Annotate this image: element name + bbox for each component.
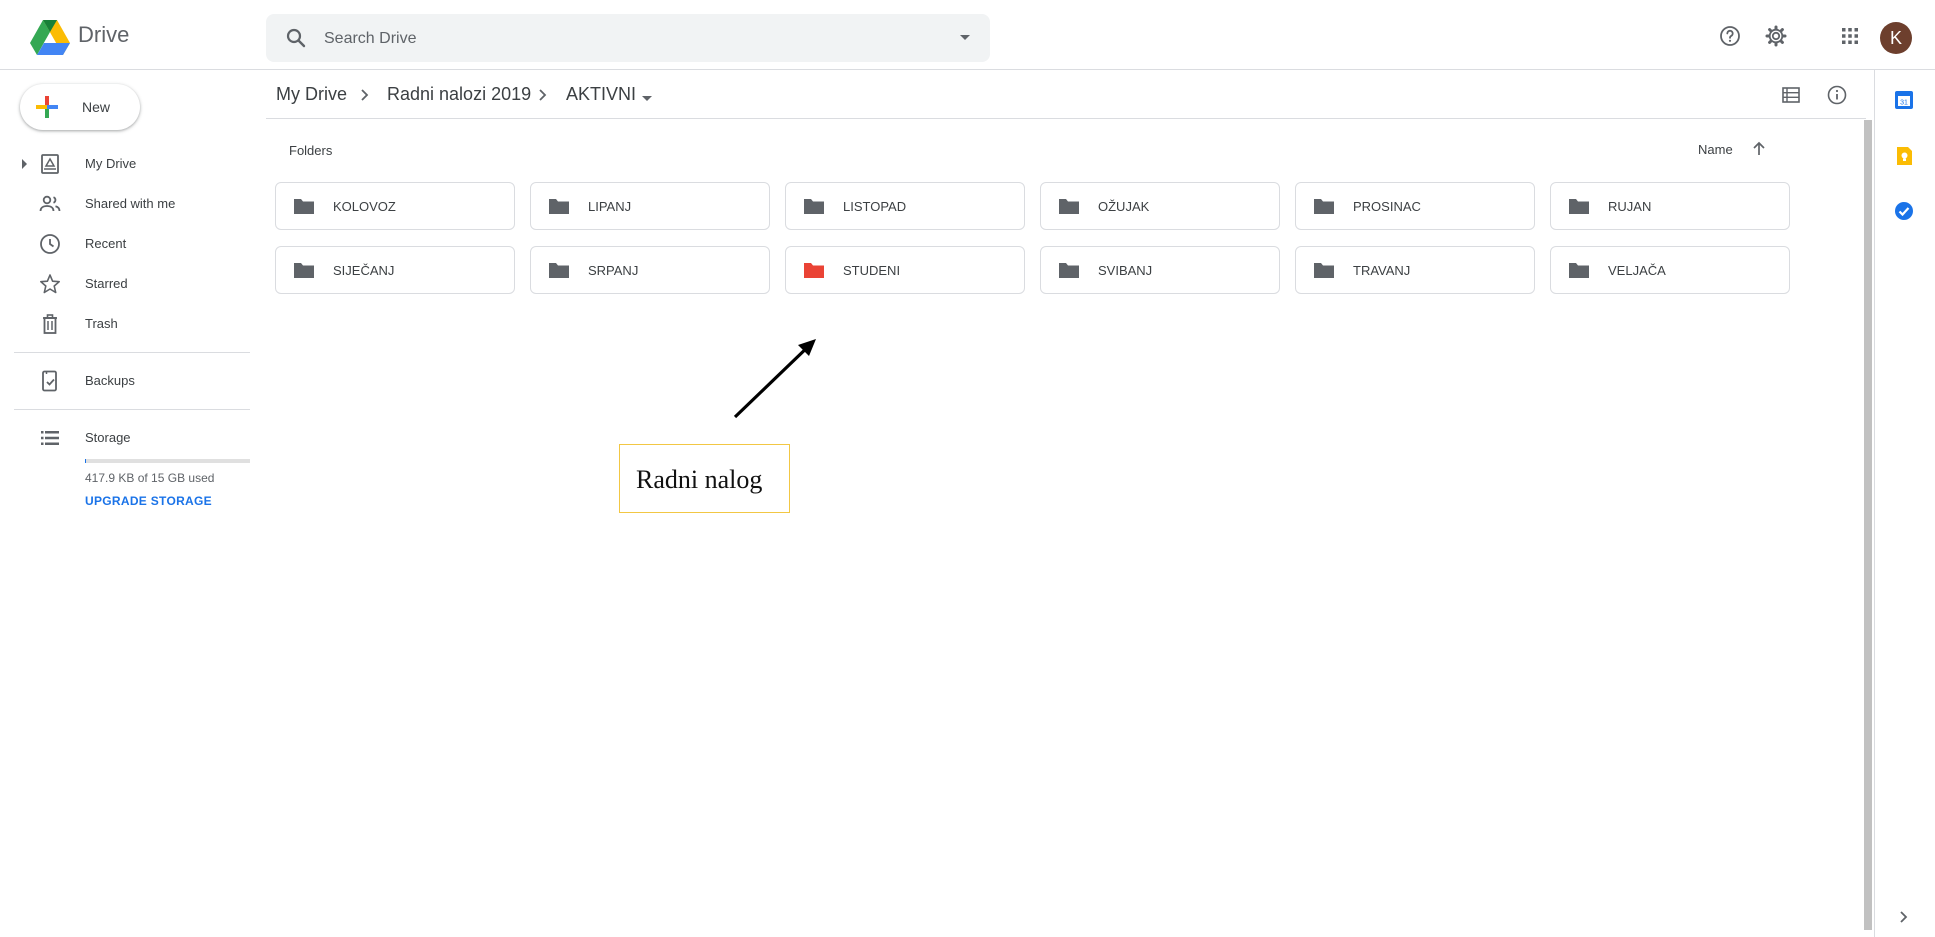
folder-name: SVIBANJ <box>1098 263 1153 278</box>
sidebar-item-trash[interactable]: Trash <box>0 304 250 344</box>
folder-name: STUDENI <box>843 263 901 278</box>
storage-progress-bar <box>85 459 250 463</box>
arrow-up-icon[interactable] <box>1750 140 1768 158</box>
help-icon[interactable] <box>1718 24 1742 48</box>
storage-icon <box>41 431 59 445</box>
folder-icon <box>804 263 824 278</box>
folder-name: TRAVANJ <box>1353 263 1411 278</box>
top-bar: Drive K <box>0 0 1935 70</box>
chevron-right-icon <box>539 89 547 101</box>
drive-logo-icon[interactable] <box>30 20 70 55</box>
expand-arrow-icon[interactable] <box>22 159 27 169</box>
sidebar-item-label: Starred <box>85 276 128 291</box>
sidebar-item-my-drive[interactable]: My Drive <box>0 144 250 184</box>
info-icon[interactable] <box>1826 84 1848 106</box>
folder-name: SIJEČANJ <box>333 263 395 278</box>
folder-name: KOLOVOZ <box>333 199 396 214</box>
list-view-icon[interactable] <box>1780 84 1802 106</box>
breadcrumb-item-radni-nalozi[interactable]: Radni nalozi 2019 <box>387 84 531 105</box>
upgrade-storage-link[interactable]: UPGRADE STORAGE <box>85 494 212 508</box>
folder-icon <box>1059 199 1079 214</box>
folder-name: PROSINAC <box>1353 199 1421 214</box>
sidebar-divider <box>14 409 250 410</box>
folder-card[interactable]: STUDENI <box>785 246 1025 294</box>
folder-card[interactable]: OŽUJAK <box>1040 182 1280 230</box>
sidebar-item-label: Recent <box>85 236 127 251</box>
folder-icon <box>1569 263 1589 278</box>
chevron-right-icon[interactable] <box>1893 906 1915 928</box>
folder-card[interactable]: KOLOVOZ <box>275 182 515 230</box>
chevron-right-icon <box>361 89 369 101</box>
folder-icon <box>549 199 569 214</box>
backup-icon <box>42 370 57 392</box>
annotation-arrow <box>733 339 816 419</box>
storage-progress-fill <box>85 459 86 463</box>
sort-by-name-button[interactable]: Name <box>1698 142 1733 157</box>
clock-icon <box>40 234 60 254</box>
folder-name: OŽUJAK <box>1098 199 1150 214</box>
folder-name: LIPANJ <box>588 199 632 214</box>
folder-icon <box>1314 263 1334 278</box>
brand-name[interactable]: Drive <box>78 22 129 48</box>
account-avatar[interactable]: K <box>1880 22 1912 54</box>
gear-icon[interactable] <box>1764 24 1788 48</box>
folder-icon <box>1314 199 1334 214</box>
apps-grid-icon[interactable] <box>1838 24 1862 48</box>
sidebar-item-shared-with-me[interactable]: Shared with me <box>0 184 250 224</box>
folder-icon <box>294 263 314 278</box>
storage-used-text: 417.9 KB of 15 GB used <box>85 471 215 485</box>
people-icon <box>39 195 61 212</box>
my-drive-icon <box>41 154 59 174</box>
folder-icon <box>549 263 569 278</box>
folder-card[interactable]: VELJAČA <box>1550 246 1790 294</box>
folder-card[interactable]: SIJEČANJ <box>275 246 515 294</box>
folder-icon <box>1569 199 1589 214</box>
sidebar-item-label: Storage <box>85 430 131 445</box>
folder-card[interactable]: LIPANJ <box>530 182 770 230</box>
folder-icon <box>1059 263 1079 278</box>
breadcrumb-item-current[interactable]: AKTIVNI <box>566 84 636 105</box>
breadcrumb: My Drive Radni nalozi 2019 AKTIVNI <box>266 70 1866 119</box>
sidebar-item-storage[interactable]: Storage <box>0 418 250 458</box>
folder-card[interactable]: RUJAN <box>1550 182 1790 230</box>
annotation-text: Radni nalog <box>636 465 763 494</box>
folder-card[interactable]: LISTOPAD <box>785 182 1025 230</box>
search-box[interactable] <box>266 14 990 62</box>
svg-text:31: 31 <box>1900 100 1908 107</box>
new-button-label: New <box>82 99 111 115</box>
trash-icon <box>43 314 57 334</box>
sidebar-item-backups[interactable]: Backups <box>0 361 250 401</box>
search-input[interactable] <box>322 26 926 52</box>
scrollbar-thumb[interactable] <box>1864 120 1872 930</box>
folder-card[interactable]: PROSINAC <box>1295 182 1535 230</box>
sidebar-item-label: Backups <box>85 373 135 388</box>
keep-icon[interactable] <box>1893 145 1915 167</box>
folder-name: SRPANJ <box>588 263 639 278</box>
folder-menu-dropdown-icon[interactable] <box>642 96 652 101</box>
sidebar-item-recent[interactable]: Recent <box>0 224 250 264</box>
calendar-icon[interactable]: 31 <box>1893 89 1915 111</box>
sidebar-item-label: My Drive <box>85 156 137 171</box>
folder-name: VELJAČA <box>1608 263 1666 278</box>
new-button[interactable]: New <box>20 84 140 130</box>
folder-card[interactable]: TRAVANJ <box>1295 246 1535 294</box>
annotation-box: Radni nalog <box>619 444 790 513</box>
folder-icon <box>804 199 824 214</box>
plus-icon <box>36 96 58 118</box>
star-icon <box>39 274 61 294</box>
folder-name: LISTOPAD <box>843 199 907 214</box>
search-icon[interactable] <box>284 26 308 50</box>
folders-section-title: Folders <box>289 143 333 158</box>
sidebar-item-label: Shared with me <box>85 196 176 211</box>
sidebar-item-starred[interactable]: Starred <box>0 264 250 304</box>
sidebar-item-label: Trash <box>85 316 118 331</box>
folder-card[interactable]: SRPANJ <box>530 246 770 294</box>
folder-card[interactable]: SVIBANJ <box>1040 246 1280 294</box>
breadcrumb-item-my-drive[interactable]: My Drive <box>276 84 347 105</box>
folder-name: RUJAN <box>1608 199 1652 214</box>
search-options-icon[interactable] <box>960 35 970 40</box>
tasks-icon[interactable] <box>1893 200 1915 222</box>
folder-icon <box>294 199 314 214</box>
sidebar-divider <box>14 352 250 353</box>
